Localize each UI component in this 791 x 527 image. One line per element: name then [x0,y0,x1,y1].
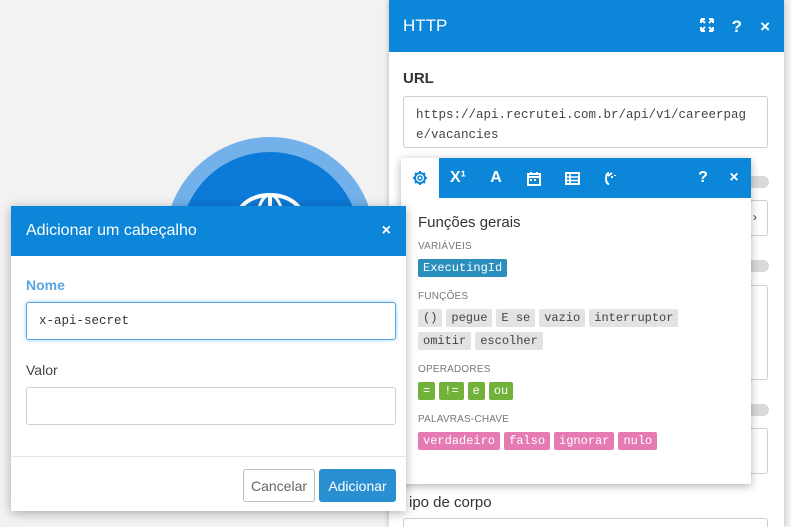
function-chip[interactable]: pegue [446,309,493,327]
variables-section-label: VARIÁVEIS [418,241,472,252]
cancel-button[interactable]: Cancelar [243,469,315,502]
add-header-dialog: Adicionar um cabeçalho × Nome x-api-secr… [11,206,406,511]
keyword-chip[interactable]: verdadeiro [418,432,501,450]
function-chip[interactable]: vazio [539,309,586,327]
keyword-chip[interactable]: ignorar [554,432,615,450]
math-superscript-icon[interactable]: X¹ [439,158,477,198]
close-icon[interactable]: × [760,18,770,35]
operator-chip[interactable]: != [439,382,464,400]
keywords-section-label: PALAVRAS-CHAVE [418,414,510,425]
operators-section-label: OPERADORES [418,364,491,375]
expand-icon[interactable] [699,17,714,35]
operator-chip[interactable]: ou [488,382,514,400]
variables-list: ExecutingId [418,259,735,282]
keyword-chip[interactable]: nulo [618,432,658,450]
gear-icon[interactable] [401,158,439,198]
table-icon[interactable] [553,158,591,198]
value-input[interactable] [26,387,396,425]
url-label: URL [403,70,434,87]
name-label: Nome [26,277,65,293]
http-panel-header: HTTP ? × [389,0,784,52]
add-button[interactable]: Adicionar [319,469,396,502]
http-panel-title: HTTP [403,16,448,35]
chevron-right-icon: › [753,210,757,224]
close-icon[interactable]: × [382,222,391,240]
body-type-select[interactable] [403,518,768,527]
function-chip[interactable]: interruptor [589,309,679,327]
help-icon[interactable]: ? [732,18,742,35]
function-chip[interactable]: omitir [418,332,472,350]
value-label: Valor [26,362,58,378]
dialog-header: Adicionar um cabeçalho × [11,206,406,256]
function-chip[interactable]: escolher [475,332,543,350]
functions-list: () pegue E se vazio interruptor omitir e… [418,309,735,355]
dialog-title: Adicionar um cabeçalho [26,222,197,239]
variable-chip[interactable]: ExecutingId [418,259,508,277]
functions-popover: X¹ A ? × Funções gerais VARIÁVEIS Execut… [401,158,751,484]
operators-list: = != e ou [418,382,735,405]
functions-toolbar: X¹ A ? × [401,158,751,198]
keywords-list: verdadeiro falso ignorar nulo [418,432,735,455]
name-input[interactable]: x-api-secret [26,302,396,340]
operator-chip[interactable]: e [467,382,485,400]
array-functions-icon[interactable] [591,158,629,198]
functions-title: Funções gerais [418,214,521,231]
dialog-footer: Cancelar Adicionar [11,456,406,511]
function-chip[interactable]: E se [496,309,536,327]
keyword-chip[interactable]: falso [504,432,551,450]
calendar-icon[interactable] [515,158,553,198]
function-chip[interactable]: () [418,309,443,327]
close-icon[interactable]: × [717,158,751,198]
functions-section-label: FUNÇÕES [418,291,469,302]
help-icon[interactable]: ? [689,158,717,198]
text-functions-icon[interactable]: A [477,158,515,198]
body-type-label: ipo de corpo [409,494,492,511]
url-input[interactable]: https://api.recrutei.com.br/api/v1/caree… [403,96,768,148]
operator-chip[interactable]: = [418,382,436,400]
